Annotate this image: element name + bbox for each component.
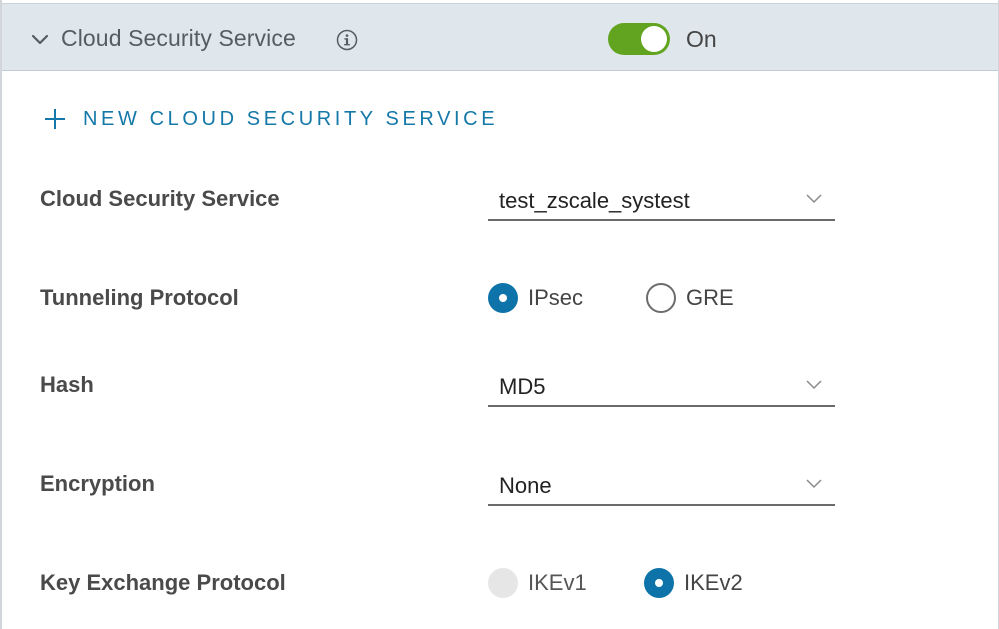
radio-gre[interactable]: GRE	[646, 283, 734, 313]
toggle-knob	[641, 26, 667, 52]
radio-gre-label: GRE	[686, 285, 734, 310]
cloud-security-panel: Cloud Security Service On NEW CLOUD SECU…	[0, 0, 999, 629]
service-toggle[interactable]	[608, 23, 670, 55]
encryption-select[interactable]: None	[488, 468, 835, 506]
radio-unselected-indicator	[646, 283, 676, 313]
radio-selected-indicator	[644, 568, 674, 598]
hash-select[interactable]: MD5	[488, 369, 835, 407]
radio-ikev2[interactable]: IKEv2	[644, 568, 743, 598]
section-header: Cloud Security Service On	[2, 3, 998, 71]
cloud-security-service-value: test_zscale_systest	[499, 188, 690, 213]
tunneling-protocol-label: Tunneling Protocol	[40, 285, 239, 310]
radio-ipsec[interactable]: IPsec	[488, 283, 583, 313]
toggle-state-label: On	[686, 26, 717, 52]
chevron-down-icon	[806, 479, 822, 489]
cloud-security-service-label: Cloud Security Service	[40, 186, 280, 211]
radio-ikev2-label: IKEv2	[684, 570, 743, 595]
radio-ikev1-label: IKEv1	[528, 570, 587, 595]
new-cloud-security-service-button[interactable]: NEW CLOUD SECURITY SERVICE	[44, 104, 498, 134]
chevron-down-icon	[806, 380, 822, 390]
key-exchange-protocol-label: Key Exchange Protocol	[40, 570, 286, 595]
info-icon[interactable]	[336, 29, 358, 51]
chevron-down-icon[interactable]	[30, 29, 50, 49]
encryption-value: None	[499, 473, 552, 498]
plus-icon	[45, 109, 65, 129]
radio-ipsec-label: IPsec	[528, 285, 584, 310]
cloud-security-service-select[interactable]: test_zscale_systest	[488, 183, 835, 221]
new-service-label: NEW CLOUD SECURITY SERVICE	[83, 107, 499, 130]
encryption-label: Encryption	[40, 471, 155, 496]
hash-value: MD5	[499, 374, 546, 399]
hash-label: Hash	[40, 372, 94, 397]
radio-disabled-indicator	[488, 568, 518, 598]
radio-ikev1: IKEv1	[488, 568, 587, 598]
radio-selected-indicator	[488, 283, 518, 313]
section-title: Cloud Security Service	[61, 25, 296, 51]
chevron-down-icon	[806, 194, 822, 204]
